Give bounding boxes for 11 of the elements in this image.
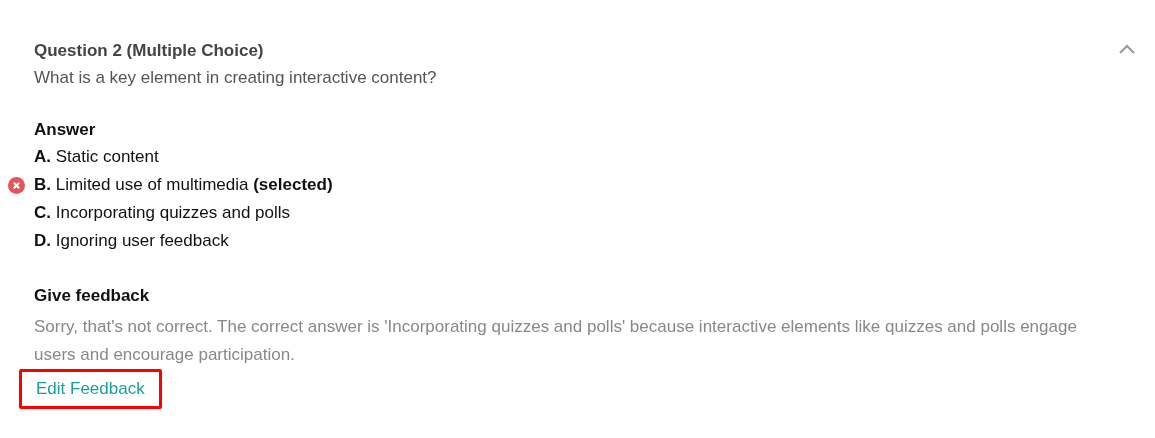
answer-heading: Answer [34,119,97,141]
question-title: Question 2 (Multiple Choice) [34,40,265,62]
answer-option: D. Ignoring user feedback [34,227,1121,255]
feedback-heading: Give feedback [34,285,151,307]
feedback-text: Sorry, that's not correct. The correct answer is 'Incorporating quizzes and polls' because interactive elements like quizzes and polls engage users and encourage participation. [34,316,1078,366]
answer-option: A. Static content [34,143,1121,171]
answer-option: C. Incorporating quizzes and polls [34,199,1121,227]
edit-feedback-link[interactable]: Edit Feedback [19,369,162,409]
answer-option: B. Limited use of multimedia (selected) [34,171,1121,199]
question-text: What is a key element in creating interactive content? [34,67,438,89]
collapse-chevron-icon[interactable] [1119,44,1135,54]
